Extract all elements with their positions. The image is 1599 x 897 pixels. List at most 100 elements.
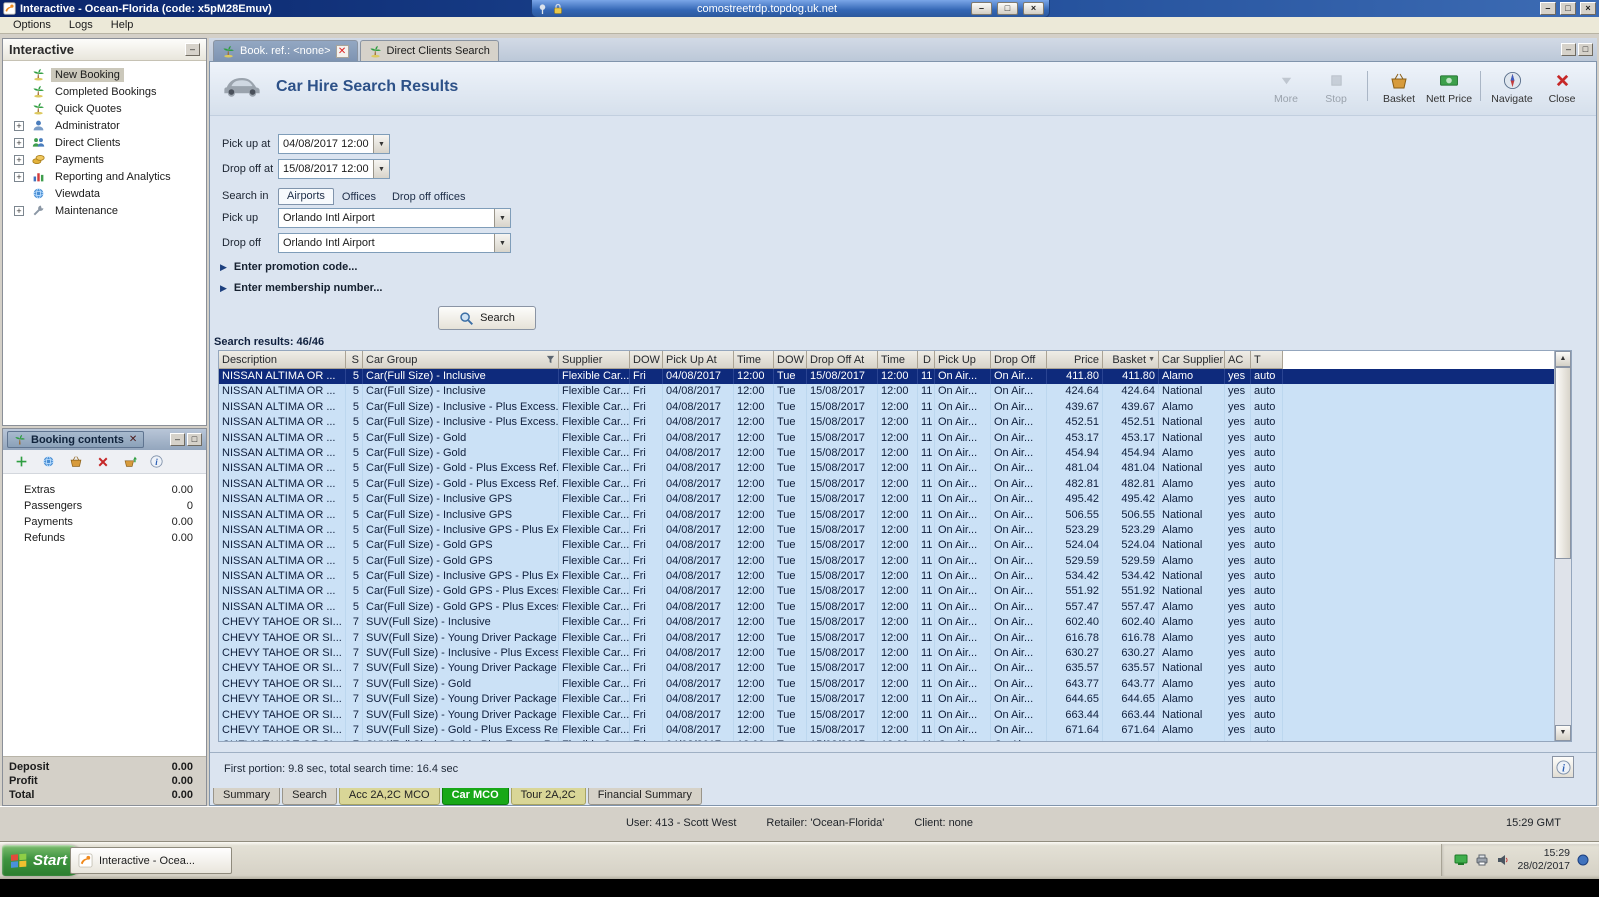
membership-number-expander[interactable]: ▶ Enter membership number... — [220, 282, 382, 294]
column-header-time-6[interactable]: Time — [734, 351, 774, 369]
table-row[interactable]: NISSAN ALTIMA OR ... 5 Car(Full Size) - In… — [219, 384, 1571, 400]
scrollbar-thumb[interactable] — [1555, 367, 1571, 559]
table-row[interactable]: NISSAN ALTIMA OR ... 5 Car(Full Size) - Go… — [219, 538, 1571, 554]
close-tab-icon[interactable]: ✕ — [335, 44, 349, 58]
column-header-car-group-2[interactable]: Car Group — [363, 351, 559, 369]
expand-icon[interactable]: + — [14, 137, 24, 148]
column-header-pick-up-at-5[interactable]: Pick Up At — [663, 351, 734, 369]
column-header-description-0[interactable]: Description — [219, 351, 346, 369]
expand-icon[interactable]: + — [14, 120, 24, 131]
sidebar-item-maintenance[interactable]: + Maintenance — [3, 202, 206, 219]
taskbar-task-interactive[interactable]: Interactive - Ocea... — [70, 847, 232, 874]
column-header-dow-4[interactable]: DOW — [630, 351, 663, 369]
expand-icon[interactable]: + — [14, 171, 24, 182]
search-in-tab-drop-off-offices[interactable]: Drop off offices — [384, 190, 474, 205]
table-row[interactable]: NISSAN ALTIMA OR ... 5 Car(Full Size) - Go… — [219, 599, 1571, 616]
info-icon[interactable]: i — [149, 454, 164, 469]
add-icon[interactable] — [14, 454, 29, 469]
menu-help[interactable]: Help — [102, 17, 143, 33]
rdp-minimize-icon[interactable]: – — [971, 2, 992, 15]
column-header-dow-7[interactable]: DOW — [774, 351, 807, 369]
volume-tray-icon[interactable] — [1496, 853, 1510, 867]
delete-icon[interactable] — [95, 454, 110, 469]
column-header-basket-14[interactable]: Basket ▼ — [1103, 351, 1159, 369]
scroll-up-icon[interactable]: ▲ — [1555, 351, 1571, 367]
table-row[interactable]: NISSAN ALTIMA OR ... 5 Car(Full Size) - In… — [219, 492, 1571, 508]
table-row[interactable]: CHEVY TAHOE OR SI... 7 SUV(Full Size) - In… — [219, 646, 1571, 662]
dropoff-at-combo[interactable]: 15/08/2017 12:00 ▼ — [278, 159, 390, 179]
close-tab-icon[interactable]: ✕ — [129, 434, 137, 445]
sidebar-item-direct-clients[interactable]: + Direct Clients — [3, 134, 206, 151]
booking-contents-tab[interactable]: Booking contents ✕ — [7, 431, 145, 448]
table-row[interactable]: CHEVY TAHOE OR SI...7SUV(Full Size) - Go… — [219, 738, 1571, 741]
sidebar-item-quick-quotes[interactable]: Quick Quotes — [3, 100, 206, 117]
minimize-panel-icon[interactable]: – — [170, 433, 185, 446]
minimize-icon[interactable]: – — [1539, 2, 1556, 15]
network-tray-icon[interactable] — [1454, 853, 1468, 867]
column-header-d-10[interactable]: D — [918, 351, 935, 369]
tab-book-ref-none[interactable]: Book. ref.: <none> ✕ — [213, 40, 358, 61]
globe-icon[interactable] — [41, 454, 56, 469]
column-header-time-9[interactable]: Time — [878, 351, 918, 369]
input-indicator-icon[interactable] — [1577, 854, 1589, 866]
table-row[interactable]: CHEVY TAHOE OR SI...7SUV(Full Size) - Go… — [219, 722, 1571, 739]
sidebar-item-completed-bookings[interactable]: Completed Bookings — [3, 83, 206, 100]
tab-direct-clients-search[interactable]: Direct Clients Search — [359, 40, 499, 61]
nett-price-button[interactable]: Nett Price — [1425, 67, 1473, 105]
table-row[interactable]: NISSAN ALTIMA OR ... 5 Car(Full Size) - Go… — [219, 461, 1571, 477]
bottom-tab-summary[interactable]: Summary — [213, 788, 281, 805]
printer-tray-icon[interactable] — [1475, 853, 1489, 867]
pin-icon[interactable] — [537, 3, 548, 15]
sidebar-item-payments[interactable]: + Payments — [3, 151, 206, 168]
sidebar-item-viewdata[interactable]: Viewdata — [3, 185, 206, 202]
table-row[interactable]: NISSAN ALTIMA OR ... 5 Car(Full Size) - Go… — [219, 584, 1571, 600]
column-header-drop-off-at-8[interactable]: Drop Off At — [807, 351, 878, 369]
search-in-tab-airports[interactable]: Airports — [278, 188, 334, 205]
basket-up-icon[interactable] — [122, 454, 137, 469]
mdi-maximize-icon[interactable]: □ — [1578, 43, 1593, 56]
table-row[interactable]: CHEVY TAHOE OR SI...7SUV(Full Size) - Go… — [219, 676, 1571, 693]
dropoff-combo[interactable]: Orlando Intl Airport ▼ — [278, 233, 511, 253]
column-header-ac-16[interactable]: AC — [1225, 351, 1251, 369]
collapse-panel-icon[interactable]: – — [185, 43, 200, 56]
close-icon[interactable]: × — [1580, 2, 1596, 15]
search-button[interactable]: Search — [438, 306, 536, 330]
sidebar-item-reporting-and-analytics[interactable]: + Reporting and Analytics — [3, 168, 206, 185]
table-row[interactable]: CHEVY TAHOE OR SI... 7 SUV(Full Size) - Yo… — [219, 707, 1571, 723]
navigate-button[interactable]: Navigate — [1488, 67, 1536, 105]
bottom-tab-financial-summary[interactable]: Financial Summary — [587, 788, 702, 805]
float-panel-icon[interactable]: □ — [187, 433, 202, 446]
expand-icon[interactable]: + — [14, 154, 24, 165]
table-row[interactable]: CHEVY TAHOE OR SI... 7 SUV(Full Size) - Yo… — [219, 692, 1571, 708]
mdi-minimize-icon[interactable]: – — [1561, 43, 1576, 56]
table-row[interactable]: NISSAN ALTIMA OR ... 5 Car(Full Size) - Go… — [219, 430, 1571, 446]
bottom-tab-car-mco[interactable]: Car MCO — [441, 788, 509, 805]
search-in-tab-offices[interactable]: Offices — [334, 190, 384, 205]
table-row[interactable]: CHEVY TAHOE OR SI... 7 SUV(Full Size) - In… — [219, 615, 1571, 631]
rdp-restore-icon[interactable]: □ — [997, 2, 1018, 15]
pickup-combo[interactable]: Orlando Intl Airport ▼ — [278, 208, 511, 228]
basket-add-icon[interactable] — [68, 454, 83, 469]
column-header-t-17[interactable]: T — [1251, 351, 1283, 369]
table-row[interactable]: NISSAN ALTIMA OR ... 5 Car(Full Size) - Go… — [219, 445, 1571, 462]
column-header-supplier-3[interactable]: Supplier — [559, 351, 630, 369]
filter-icon[interactable] — [544, 355, 555, 364]
table-row[interactable]: CHEVY TAHOE OR SI... 7 SUV(Full Size) - Yo… — [219, 630, 1571, 647]
sidebar-item-new-booking[interactable]: New Booking — [3, 66, 206, 83]
column-header-pick-up-11[interactable]: Pick Up — [935, 351, 991, 369]
table-row[interactable]: NISSAN ALTIMA OR ... 5 Car(Full Size) - Go… — [219, 476, 1571, 493]
bottom-tab-search[interactable]: Search — [282, 788, 337, 805]
scroll-down-icon[interactable]: ▼ — [1555, 725, 1571, 741]
table-row[interactable]: NISSAN ALTIMA OR ... 5 Car(Full Size) - In… — [219, 507, 1571, 523]
column-header-drop-off-12[interactable]: Drop Off — [991, 351, 1047, 369]
menu-options[interactable]: Options — [4, 17, 60, 33]
basket-button[interactable]: Basket — [1375, 67, 1423, 105]
bottom-tab-acc-2a-2c-mco[interactable]: Acc 2A,2C MCO — [338, 788, 440, 805]
table-row[interactable]: NISSAN ALTIMA OR ... 5 Car(Full Size) - Go… — [219, 553, 1571, 570]
table-row[interactable]: NISSAN ALTIMA OR ... 5 Car(Full Size) - In… — [219, 569, 1571, 585]
table-row[interactable]: NISSAN ALTIMA OR ... 5 Car(Full Size) - In… — [219, 369, 1571, 385]
rdp-close-icon[interactable]: × — [1023, 2, 1044, 15]
promotion-code-expander[interactable]: ▶ Enter promotion code... — [220, 261, 357, 273]
info-button[interactable]: i — [1552, 756, 1574, 778]
vertical-scrollbar[interactable]: ▲ ▼ — [1554, 351, 1571, 741]
